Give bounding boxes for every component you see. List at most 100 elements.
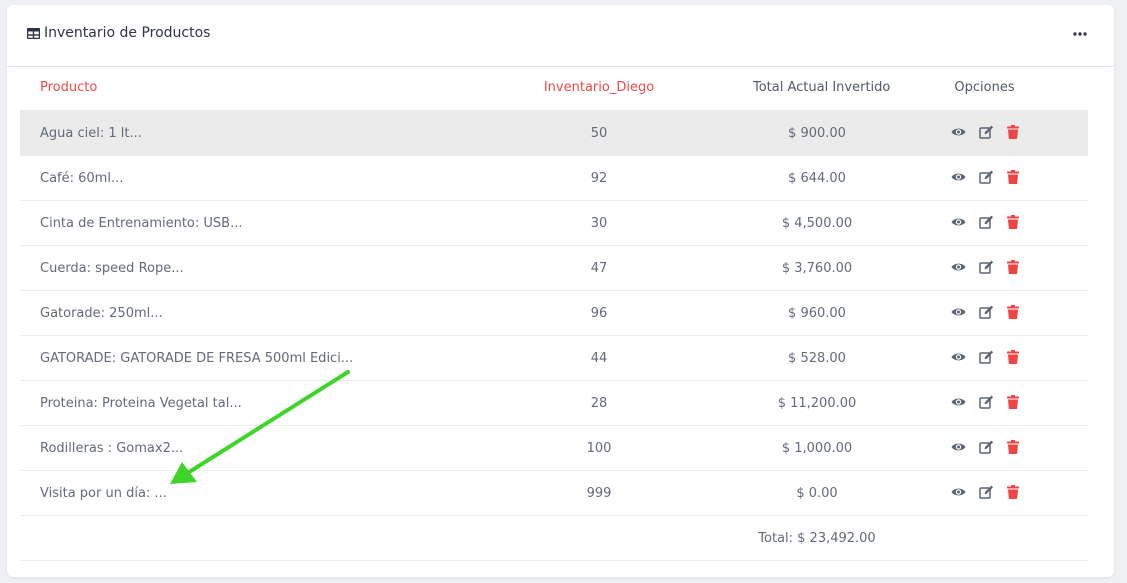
table-row[interactable]: Agua ciel: 1 lt... 50 $ 900.00 — [20, 110, 1088, 156]
inventory-qty-cell: 47 — [445, 245, 753, 291]
product-name-cell: Café: 60ml... — [20, 155, 445, 201]
footer-empty — [20, 515, 445, 561]
edit-button[interactable] — [978, 305, 994, 319]
eye-icon — [951, 263, 965, 271]
product-name-cell: Rodilleras : Gomax2... — [20, 425, 445, 471]
page-title: Inventario de Productos — [44, 25, 211, 41]
inventory-qty-cell: 96 — [445, 290, 753, 336]
table-row[interactable]: Proteina: Proteina Vegetal tal... 28 $ 1… — [20, 380, 1088, 426]
inventory-qty-cell: 44 — [445, 335, 753, 381]
delete-button[interactable] — [1006, 125, 1019, 139]
view-button[interactable] — [951, 487, 966, 497]
header-total-invested: Total Actual Invertido — [753, 80, 891, 95]
product-name-cell: Cinta de Entrenamiento: USB... — [20, 200, 445, 246]
footer-empty — [445, 515, 753, 561]
card-title-group: Inventario de Productos — [27, 25, 210, 41]
header-product[interactable]: Producto — [20, 65, 445, 111]
trash-icon — [1006, 395, 1019, 409]
edit-button[interactable] — [978, 350, 994, 364]
table-row[interactable]: Visita por un día: ... 999 $ 0.00 — [20, 470, 1088, 516]
trash-icon — [1006, 485, 1019, 499]
inventory-qty-cell: 100 — [445, 425, 753, 471]
total-invested-cell: $ 900.00 — [753, 110, 881, 156]
options-cell — [881, 380, 1088, 426]
eye-icon — [951, 488, 965, 496]
edit-icon — [978, 170, 993, 184]
edit-icon — [978, 485, 993, 499]
eye-icon — [951, 173, 965, 181]
edit-icon — [978, 395, 993, 409]
edit-button[interactable] — [978, 485, 994, 499]
edit-button[interactable] — [978, 260, 994, 274]
edit-button[interactable] — [978, 440, 994, 454]
table-row[interactable]: Rodilleras : Gomax2... 100 $ 1,000.00 — [20, 425, 1088, 471]
inventory-table: Producto Inventario_Diego Total Actual I… — [20, 65, 1088, 561]
delete-button[interactable] — [1006, 215, 1019, 229]
delete-button[interactable] — [1006, 395, 1019, 409]
trash-icon — [1006, 350, 1019, 364]
more-options-button[interactable] — [1068, 27, 1092, 41]
options-cell — [881, 155, 1088, 201]
edit-button[interactable] — [978, 395, 994, 409]
table-row[interactable]: Cinta de Entrenamiento: USB... 30 $ 4,50… — [20, 200, 1088, 246]
product-name-cell: Agua ciel: 1 lt... — [20, 110, 445, 156]
product-name-cell: Proteina: Proteina Vegetal tal... — [20, 380, 445, 426]
delete-button[interactable] — [1006, 440, 1019, 454]
table-row[interactable]: Café: 60ml... 92 $ 644.00 — [20, 155, 1088, 201]
inventory-qty-cell: 50 — [445, 110, 753, 156]
edit-button[interactable] — [978, 125, 994, 139]
eye-icon — [951, 128, 965, 136]
eye-icon — [951, 218, 965, 226]
total-invested-cell: $ 11,200.00 — [753, 380, 881, 426]
eye-icon — [951, 353, 965, 361]
total-invested-cell: $ 4,500.00 — [753, 200, 881, 246]
total-invested-cell: $ 0.00 — [753, 470, 881, 516]
delete-button[interactable] — [1006, 350, 1019, 364]
options-cell — [881, 245, 1088, 291]
view-button[interactable] — [951, 307, 966, 317]
eye-icon — [951, 308, 965, 316]
table-row[interactable]: Gatorade: 250ml... 96 $ 960.00 — [20, 290, 1088, 336]
trash-icon — [1006, 440, 1019, 454]
eye-icon — [951, 398, 965, 406]
card-header: Inventario de Productos — [7, 5, 1114, 67]
edit-icon — [978, 260, 993, 274]
edit-button[interactable] — [978, 215, 994, 229]
options-cell — [881, 335, 1088, 381]
edit-icon — [978, 440, 993, 454]
view-button[interactable] — [951, 397, 966, 407]
total-invested-cell: $ 644.00 — [753, 155, 881, 201]
product-name-cell: Gatorade: 250ml... — [20, 290, 445, 336]
product-name-cell: Cuerda: speed Rope... — [20, 245, 445, 291]
view-button[interactable] — [951, 172, 966, 182]
edit-icon — [978, 215, 993, 229]
delete-button[interactable] — [1006, 260, 1019, 274]
inventory-qty-cell: 92 — [445, 155, 753, 201]
total-invested-cell: $ 960.00 — [753, 290, 881, 336]
view-button[interactable] — [951, 262, 966, 272]
trash-icon — [1006, 170, 1019, 184]
edit-button[interactable] — [978, 170, 994, 184]
options-cell — [881, 425, 1088, 471]
footer-empty — [881, 515, 1088, 561]
view-button[interactable] — [951, 127, 966, 137]
options-cell — [881, 110, 1088, 156]
view-button[interactable] — [951, 217, 966, 227]
trash-icon — [1006, 215, 1019, 229]
product-name-cell: Visita por un día: ... — [20, 470, 445, 516]
trash-icon — [1006, 125, 1019, 139]
inventory-qty-cell: 30 — [445, 200, 753, 246]
header-options: Opciones — [954, 80, 1015, 95]
product-name-cell: GATORADE: GATORADE DE FRESA 500ml Edici.… — [20, 335, 445, 381]
options-cell — [881, 290, 1088, 336]
delete-button[interactable] — [1006, 485, 1019, 499]
total-invested-cell: $ 3,760.00 — [753, 245, 881, 291]
delete-button[interactable] — [1006, 305, 1019, 319]
inventory-qty-cell: 28 — [445, 380, 753, 426]
table-row[interactable]: Cuerda: speed Rope... 47 $ 3,760.00 — [20, 245, 1088, 291]
view-button[interactable] — [951, 352, 966, 362]
view-button[interactable] — [951, 442, 966, 452]
delete-button[interactable] — [1006, 170, 1019, 184]
table-row[interactable]: GATORADE: GATORADE DE FRESA 500ml Edici.… — [20, 335, 1088, 381]
header-inventory[interactable]: Inventario_Diego — [445, 65, 753, 111]
